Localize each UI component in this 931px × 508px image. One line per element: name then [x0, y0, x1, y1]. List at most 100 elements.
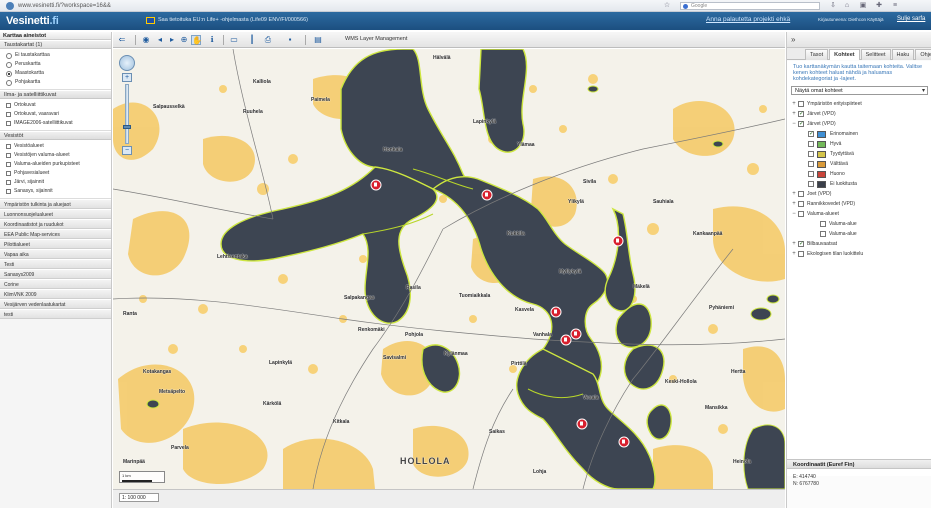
- home-icon[interactable]: ⌂: [842, 2, 852, 10]
- layer-checkbox[interactable]: [6, 144, 11, 149]
- expand-icon[interactable]: +: [791, 251, 797, 257]
- background-map-option[interactable]: Pohjakartta: [0, 78, 111, 87]
- info-tool-icon[interactable]: ℹ: [207, 35, 217, 45]
- waters-layer-item[interactable]: Vesistöalueet: [0, 142, 111, 151]
- waters-layer-item[interactable]: Järvi, sijainnit: [0, 178, 111, 187]
- background-map-option[interactable]: Maastokartta: [0, 69, 111, 78]
- pan-hand-icon[interactable]: ✋: [191, 35, 202, 45]
- save-icon[interactable]: ▪: [285, 35, 295, 45]
- tree-checkbox[interactable]: ✓: [808, 131, 814, 137]
- tab-kohteet[interactable]: Kohteet: [829, 49, 860, 60]
- ruler-icon[interactable]: ┃: [247, 35, 257, 45]
- tree-checkbox[interactable]: [798, 101, 804, 107]
- layer-section-header[interactable]: testi: [0, 309, 111, 319]
- layer-section-header[interactable]: EEA Public Map-services: [0, 229, 111, 239]
- logout-link[interactable]: Sulje sarfa: [897, 16, 925, 22]
- expand-icon[interactable]: +: [791, 191, 797, 197]
- wms-layer-management-button[interactable]: WMS Layer Management: [345, 36, 407, 42]
- tree-checkbox[interactable]: [808, 181, 814, 187]
- addon-icon[interactable]: ✚: [874, 2, 884, 10]
- tree-checkbox[interactable]: [808, 171, 814, 177]
- radio-button[interactable]: [6, 61, 12, 68]
- expand-icon[interactable]: +: [791, 101, 797, 107]
- coordinates-header[interactable]: Koordinaatit (Euref Fin): [787, 459, 931, 469]
- zoom-in-icon[interactable]: ⊕: [179, 35, 189, 45]
- tree-item[interactable]: + ✓ Bilbauvaatsat: [787, 239, 931, 249]
- layer-checkbox[interactable]: [6, 171, 11, 176]
- orthophotos-layer-item[interactable]: IMAGE2006-satelliittikuvat: [0, 119, 111, 128]
- tab-selitteet[interactable]: Selitteet: [860, 49, 891, 60]
- zoom-in-button[interactable]: +: [122, 73, 132, 82]
- tree-checkbox[interactable]: [798, 191, 804, 197]
- background-map-option[interactable]: Peruskartta: [0, 60, 111, 69]
- tree-item[interactable]: Välttävä: [787, 159, 931, 169]
- collapse-icon[interactable]: −: [791, 211, 797, 217]
- orthophotos-layer-item[interactable]: Ortokuvat, vaaravari: [0, 110, 111, 119]
- browser-search-input[interactable]: Google: [680, 2, 820, 10]
- waters-layer-item[interactable]: Vesistöjen valuma-alueet: [0, 151, 111, 160]
- layer-section-header[interactable]: Koordinaatistot ja ruudukot: [0, 219, 111, 229]
- next-view-icon[interactable]: ▸: [167, 35, 177, 45]
- tree-item[interactable]: Valuma-alue: [787, 229, 931, 239]
- waters-layer-item[interactable]: Pohjavesialueet: [0, 169, 111, 178]
- layer-checkbox[interactable]: [6, 162, 11, 167]
- tree-item[interactable]: Tyydyttävä: [787, 149, 931, 159]
- expand-icon[interactable]: +: [791, 241, 797, 247]
- zoom-slider-handle[interactable]: [123, 125, 131, 129]
- layer-section-header[interactable]: Ympäristön tulkinta ja aluejaot: [0, 199, 111, 209]
- map-canvas[interactable]: [113, 49, 785, 489]
- previous-view-icon[interactable]: ◂: [155, 35, 165, 45]
- tree-item[interactable]: Hyvä: [787, 139, 931, 149]
- waters-layer-item[interactable]: Sanasys, sijainnit: [0, 187, 111, 196]
- tree-checkbox[interactable]: [798, 251, 804, 257]
- tree-checkbox[interactable]: [808, 151, 814, 157]
- back-arrow-icon[interactable]: ⇐: [117, 35, 127, 45]
- radio-button[interactable]: [6, 52, 12, 59]
- layer-section-header[interactable]: Corine: [0, 279, 111, 289]
- owner-filter-select[interactable]: Näytä omat kohteet ▾: [791, 86, 928, 95]
- tree-checkbox[interactable]: [808, 141, 814, 147]
- tree-item[interactable]: + Ekologisen tilan luokittelu: [787, 249, 931, 259]
- layer-section-header[interactable]: Vapaa aika: [0, 249, 111, 259]
- vesinetti-logo[interactable]: Vesinetti.fi: [6, 15, 59, 27]
- menu-icon[interactable]: ≡: [890, 2, 900, 10]
- tab-haku[interactable]: Haku: [891, 49, 915, 60]
- layer-checkbox[interactable]: [6, 180, 11, 185]
- layer-checkbox[interactable]: [6, 153, 11, 158]
- tree-item[interactable]: + Rannikkovedet (VPD): [787, 199, 931, 209]
- background-map-option[interactable]: Ei taustakarttaa: [0, 51, 111, 60]
- zoom-slider[interactable]: [123, 84, 131, 144]
- layer-checkbox[interactable]: [6, 112, 11, 117]
- tree-item[interactable]: Huono: [787, 169, 931, 179]
- expand-icon[interactable]: +: [791, 111, 797, 117]
- tree-item[interactable]: Ei luokitusta: [787, 179, 931, 189]
- map-view[interactable]: Hälvälä Lehtisentaka Honkala Ruuhela Rasila T…: [113, 49, 785, 489]
- collapse-panel-icon[interactable]: »: [791, 35, 795, 44]
- layer-section-header[interactable]: Testi: [0, 259, 111, 269]
- scale-select[interactable]: 1: 100 000: [119, 493, 159, 502]
- tree-item[interactable]: − Valuma-alueet: [787, 209, 931, 219]
- layer-section-header[interactable]: Pilottialueet: [0, 239, 111, 249]
- layer-checkbox[interactable]: [6, 121, 11, 126]
- tree-checkbox[interactable]: ✓: [798, 111, 804, 117]
- layer-checkbox[interactable]: [6, 189, 11, 194]
- layer-checkbox[interactable]: [6, 103, 11, 108]
- layer-manager-icon[interactable]: ▤: [313, 35, 323, 45]
- download-icon[interactable]: ⇩: [828, 2, 838, 10]
- tree-checkbox[interactable]: [820, 221, 826, 227]
- tree-item[interactable]: − ✓ Järvet (VPD): [787, 119, 931, 129]
- star-icon[interactable]: ☆: [662, 2, 672, 10]
- bookmarks-icon[interactable]: ▣: [858, 2, 868, 10]
- zoom-extent-icon[interactable]: ◉: [141, 35, 151, 45]
- tree-item[interactable]: ✓ Erinomainen: [787, 129, 931, 139]
- tab-tasot[interactable]: Tasot: [805, 49, 829, 60]
- feedback-link[interactable]: Anna palautetta projekti ehkä: [706, 16, 790, 23]
- background-maps-header[interactable]: Taustakartat (1): [0, 40, 111, 49]
- tree-checkbox[interactable]: ✓: [798, 241, 804, 247]
- print-icon[interactable]: ⎙: [263, 35, 273, 45]
- measure-icon[interactable]: ▭: [229, 35, 239, 45]
- tree-checkbox[interactable]: [798, 201, 804, 207]
- tree-item[interactable]: + Ympäristön erityispiirteet: [787, 99, 931, 109]
- tab-ohje[interactable]: Ohje: [915, 49, 931, 60]
- layer-section-header[interactable]: Luonnonsuojelualueet: [0, 209, 111, 219]
